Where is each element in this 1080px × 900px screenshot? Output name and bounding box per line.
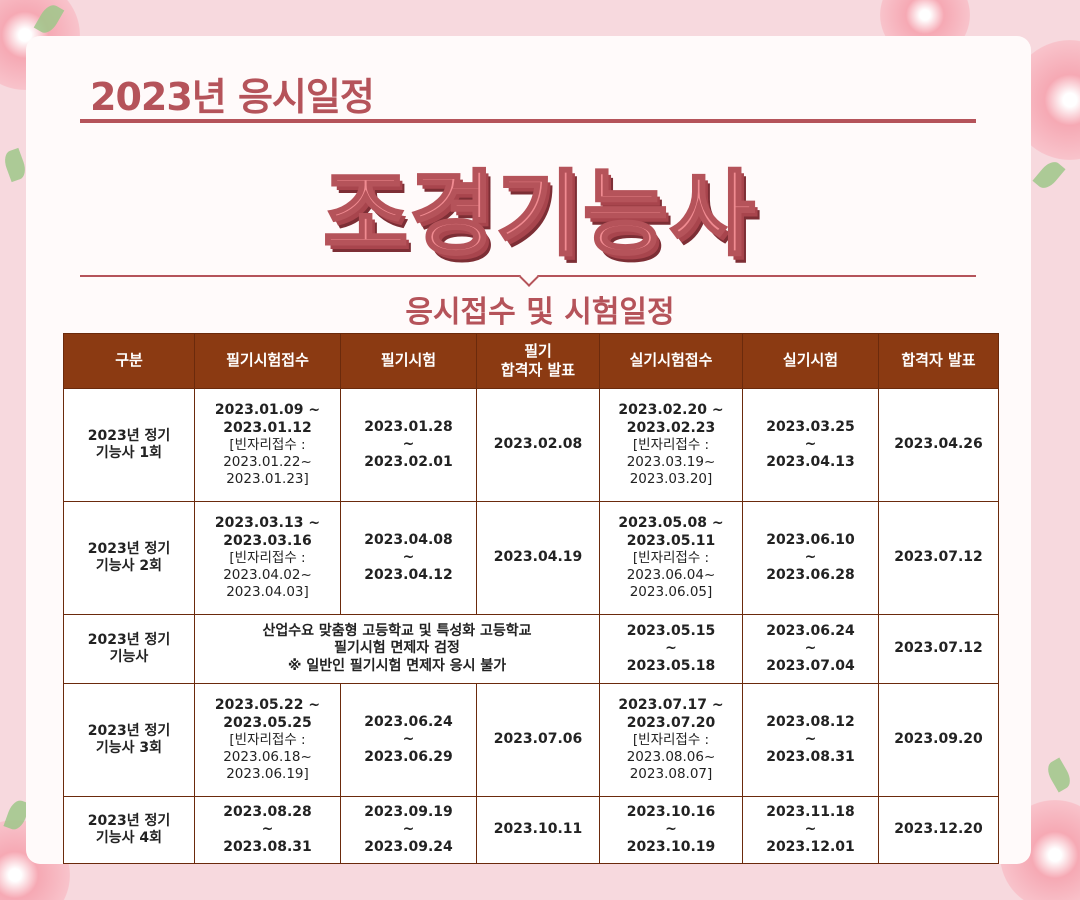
final-result-cell: 2023.12.20 [878,796,999,864]
exemption-line: 필기시험 면제자 검정 [334,640,460,657]
header-final-result: 합격자 발표 [878,333,999,389]
header-practical-exam: 실기시험 [742,333,879,389]
final-result-cell: 2023.04.26 [878,388,999,502]
table-row: 2023년 정기 기능사 1회 2023.01.09 ~ 2023.01.12[… [63,388,999,502]
date-range: 2023.07.17 ~ 2023.07.20 [618,697,724,731]
table-row: 2023년 정기 기능사 2회 2023.03.13 ~ 2023.03.16[… [63,501,999,615]
practical-exam-cell: 2023.11.18 ~ 2023.12.01 [742,796,879,864]
year-title: 2023년 응시일정 [90,75,375,119]
final-result-cell: 2023.07.12 [878,501,999,615]
written-result-cell: 2023.02.08 [476,388,600,502]
written-registration-cell: 2023.03.13 ~ 2023.03.16 [빈자리접수 : 2023.04.… [194,501,341,615]
divider-line [80,119,976,123]
row-label: 2023년 정기 기능사 [63,614,195,684]
vacancy-note: [빈자리접수 : 2023.04.02~ 2023.04.03] [223,550,312,600]
practical-exam-cell: 2023.06.24 ~ 2023.07.04 [742,614,879,684]
vacancy-note: [빈자리접수 : 2023.03.19~ 2023.03.20] [626,437,716,487]
row-label: 2023년 정기 기능사 4회 [63,796,195,864]
date-range: 2023.01.09 ~ 2023.01.12 [214,402,321,436]
vacancy-note: [빈자리접수 : 2023.06.18~ 2023.06.19] [223,732,312,782]
table-header-row: 구분 필기시험접수 필기시험 필기 합격자 발표 실기시험접수 실기시험 합격자… [63,333,999,389]
written-result-cell: 2023.04.19 [476,501,600,615]
practical-exam-cell: 2023.06.10 ~ 2023.06.28 [742,501,879,615]
written-registration-cell: 2023.08.28 ~ 2023.08.31 [194,796,341,864]
header-practical-registration: 실기시험접수 [599,333,743,389]
header-written-registration: 필기시험접수 [194,333,341,389]
exemption-warning: ※ 일반인 필기시험 면제자 응시 불가 [287,657,507,674]
vacancy-note: [빈자리접수 : 2023.01.22~ 2023.01.23] [223,437,312,487]
written-exam-cell: 2023.06.24 ~ 2023.06.29 [340,683,477,797]
practical-registration-cell: 2023.02.20 ~ 2023.02.23 [빈자리접수 : 2023.03.… [599,388,743,502]
vacancy-note: [빈자리접수 : 2023.08.06~ 2023.08.07] [626,732,716,782]
written-registration-cell: 2023.01.09 ~ 2023.01.12 [빈자리접수 : 2023.01.… [194,388,341,502]
written-exam-cell: 2023.01.28 ~ 2023.02.01 [340,388,477,502]
table-row: 2023년 정기 기능사 3회 2023.05.22 ~ 2023.05.25[… [63,683,999,797]
section-title: 응시접수 및 시험일정 [405,295,675,330]
main-title: 조경기능사 [322,160,757,270]
exemption-line: 산업수요 맞춤형 고등학교 및 특성화 고등학교 [262,622,532,639]
written-registration-cell: 2023.05.22 ~ 2023.05.25 [빈자리접수 : 2023.06.… [194,683,341,797]
header-written-exam: 필기시험 [340,333,477,389]
final-result-cell: 2023.09.20 [878,683,999,797]
date-range: 2023.02.20 ~ 2023.02.23 [618,402,724,436]
practical-registration-cell: 2023.05.08 ~ 2023.05.11 [빈자리접수 : 2023.06.… [599,501,743,615]
table-row: 2023년 정기 기능사 4회 2023.08.28 ~ 2023.08.31 … [63,796,999,864]
practical-exam-cell: 2023.03.25 ~ 2023.04.13 [742,388,879,502]
date-range: 2023.05.22 ~ 2023.05.25 [214,697,321,731]
final-result-cell: 2023.07.12 [878,614,999,684]
leaf-decoration [1043,757,1075,793]
written-result-cell: 2023.10.11 [476,796,600,864]
practical-registration-cell: 2023.10.16 ~ 2023.10.19 [599,796,743,864]
schedule-table: 구분 필기시험접수 필기시험 필기 합격자 발표 실기시험접수 실기시험 합격자… [63,333,999,864]
written-result-cell: 2023.07.06 [476,683,600,797]
practical-registration-cell: 2023.05.15 ~ 2023.05.18 [599,614,743,684]
exemption-note-cell: 산업수요 맞춤형 고등학교 및 특성화 고등학교 필기시험 면제자 검정 ※ 일… [194,614,600,684]
date-range: 2023.05.08 ~ 2023.05.11 [618,515,724,549]
written-exam-cell: 2023.09.19 ~ 2023.09.24 [340,796,477,864]
vacancy-note: [빈자리접수 : 2023.06.04~ 2023.06.05] [626,550,716,600]
header-category: 구분 [63,333,195,389]
row-label: 2023년 정기 기능사 2회 [63,501,195,615]
date-range: 2023.03.13 ~ 2023.03.16 [214,515,321,549]
written-exam-cell: 2023.04.08 ~ 2023.04.12 [340,501,477,615]
practical-registration-cell: 2023.07.17 ~ 2023.07.20 [빈자리접수 : 2023.08.… [599,683,743,797]
row-label: 2023년 정기 기능사 1회 [63,388,195,502]
table-row: 2023년 정기 기능사 산업수요 맞춤형 고등학교 및 특성화 고등학교 필기… [63,614,999,684]
header-written-result: 필기 합격자 발표 [476,333,600,389]
row-label: 2023년 정기 기능사 3회 [63,683,195,797]
practical-exam-cell: 2023.08.12 ~ 2023.08.31 [742,683,879,797]
